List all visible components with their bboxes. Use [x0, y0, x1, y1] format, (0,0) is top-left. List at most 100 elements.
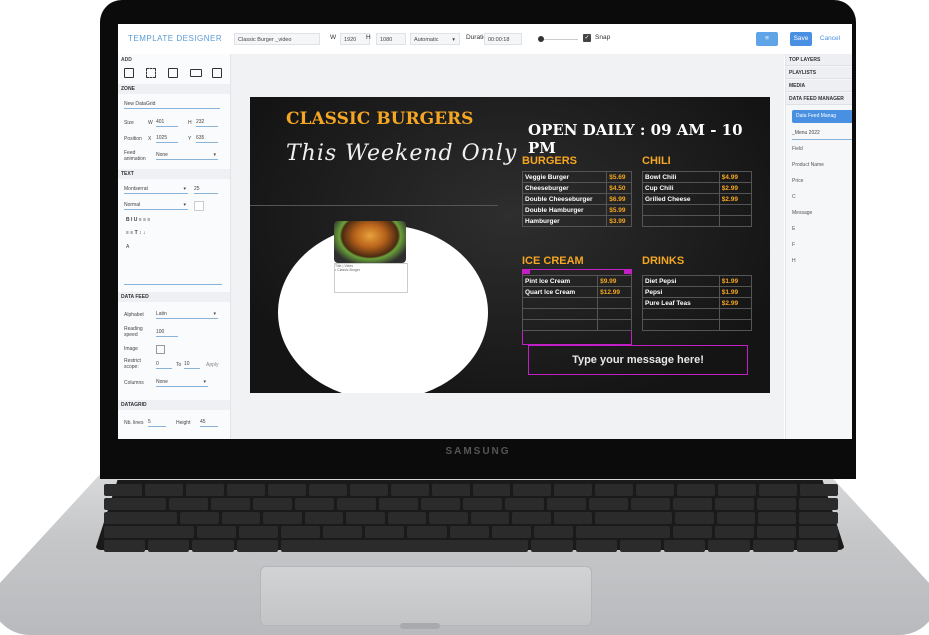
- burger-video-thumbnail[interactable]: [334, 221, 406, 263]
- size-w-label: W: [148, 120, 153, 126]
- divider-line: [250, 205, 498, 206]
- playlists-tab[interactable]: PLAYLISTS: [786, 67, 852, 79]
- ice-cream-heading[interactable]: ICE CREAM: [522, 255, 584, 267]
- item-price: $1.99: [718, 275, 753, 287]
- field-item[interactable]: C: [792, 194, 796, 200]
- text-content-area[interactable]: A: [124, 242, 222, 285]
- list-view-button[interactable]: ≡: [756, 32, 778, 46]
- item-name: Hamburger: [521, 215, 608, 227]
- item-name: [521, 319, 599, 331]
- add-text-icon[interactable]: [124, 68, 134, 78]
- field-item[interactable]: Price: [792, 178, 803, 184]
- item-price: [597, 319, 632, 331]
- save-button[interactable]: Save: [790, 32, 812, 46]
- item-price: $5.69: [606, 171, 632, 183]
- field-item[interactable]: Message: [792, 210, 812, 216]
- video-card-caption: Title | Video • Classic Burger: [334, 263, 408, 293]
- item-name: Quart Ice Cream: [521, 286, 599, 298]
- board-title[interactable]: CLASSIC BURGERS: [286, 109, 473, 129]
- selection-handle[interactable]: [522, 269, 530, 274]
- add-ticker-icon[interactable]: [190, 69, 202, 77]
- image-label: Image: [124, 346, 138, 352]
- size-w-input[interactable]: 401: [156, 118, 178, 127]
- reading-speed-input[interactable]: 100: [156, 328, 178, 337]
- font-size-input[interactable]: 25: [194, 185, 218, 194]
- zoom-slider[interactable]: [538, 39, 578, 40]
- table-row: Double Cheeseburger $6.99: [521, 193, 632, 205]
- item-name: Grilled Cheese: [642, 193, 720, 205]
- height-label: H: [366, 34, 371, 41]
- item-name: Double Cheeseburger: [521, 193, 608, 205]
- pos-x-input[interactable]: 1025: [156, 134, 178, 143]
- data-feed-section-header: DATA FEED: [118, 292, 230, 302]
- chevron-down-icon: ▾: [183, 186, 186, 192]
- position-label: Position: [124, 136, 142, 142]
- field-item[interactable]: F: [792, 242, 795, 248]
- selection-handle[interactable]: [624, 269, 632, 274]
- data-feed-manager-tab[interactable]: DATA FEED MANAGER: [786, 93, 852, 105]
- restrict-scope-label: Restrict scope:: [124, 358, 141, 370]
- opening-hours[interactable]: OPEN DAILY : 09 AM - 10 PM: [528, 121, 770, 157]
- add-calendar-icon[interactable]: [168, 68, 178, 78]
- zone-name-input[interactable]: New DataGrid: [124, 100, 220, 109]
- table-row: Diet Pepsi $1.99: [642, 275, 753, 287]
- burgers-heading[interactable]: BURGERS: [522, 155, 577, 167]
- field-item[interactable]: Product Name: [792, 162, 824, 168]
- format-toolbar-row1[interactable]: B I U ≡ ≡ ≡: [126, 217, 150, 223]
- datagrid-height-input[interactable]: 45: [200, 418, 218, 427]
- table-row: Veggie Burger $5.69: [521, 171, 632, 183]
- restrict-from-input[interactable]: 0: [156, 360, 172, 369]
- chili-table[interactable]: Bowl Chili $4.99 Cup Chili $2.99 Grilled C…: [642, 171, 753, 227]
- trackpad[interactable]: [260, 566, 592, 626]
- item-name: Bowl Chili: [642, 171, 720, 183]
- snap-checkbox-icon[interactable]: ✓: [583, 34, 591, 42]
- table-row: [642, 204, 753, 216]
- format-toolbar-row2[interactable]: ≡ ≡ T ↕ ↓: [126, 230, 145, 236]
- nb-lines-input[interactable]: 5: [148, 418, 166, 427]
- burgers-table[interactable]: Veggie Burger $5.69 Cheeseburger $4.50 Dou…: [521, 171, 632, 227]
- apply-button[interactable]: Apply: [206, 362, 219, 368]
- menu-board-canvas[interactable]: CLASSIC BURGERS This Weekend Only Title …: [250, 97, 770, 393]
- table-row: Cheeseburger $4.50: [521, 182, 632, 194]
- text-section-header: TEXT: [118, 169, 230, 179]
- alphabet-label: Alphabet: [124, 312, 144, 318]
- color-picker-swatch[interactable]: [194, 201, 204, 211]
- add-zone-icon[interactable]: [146, 68, 156, 78]
- image-checkbox[interactable]: [156, 345, 165, 354]
- field-item[interactable]: H: [792, 258, 796, 264]
- feed-animation-label: Feed animation: [124, 150, 146, 162]
- field-item[interactable]: Field: [792, 146, 803, 152]
- alphabet-select[interactable]: Latin ▾: [156, 310, 218, 319]
- font-weight-value: Normal: [124, 202, 141, 208]
- font-family-select[interactable]: Montserrat ▾: [124, 185, 188, 194]
- field-item[interactable]: E: [792, 226, 795, 232]
- table-row: [521, 297, 632, 309]
- size-h-input[interactable]: 232: [196, 118, 218, 127]
- pos-y-input[interactable]: 635: [196, 134, 218, 143]
- mode-select[interactable]: Automatic ▾: [410, 33, 460, 45]
- table-row: Grilled Cheese $2.99: [642, 193, 753, 205]
- top-layers-tab[interactable]: TOP LAYERS: [786, 54, 852, 66]
- pos-y-label: Y: [188, 136, 192, 142]
- board-subtitle[interactable]: This Weekend Only: [286, 141, 517, 166]
- data-feed-manager-button[interactable]: Data Feed Manag: [792, 110, 852, 123]
- media-tab[interactable]: MEDIA: [786, 80, 852, 92]
- add-grid-icon[interactable]: [212, 68, 222, 78]
- cancel-button[interactable]: Cancel: [816, 32, 844, 46]
- zoom-slider-handle[interactable]: [538, 36, 544, 42]
- columns-value: None: [156, 379, 168, 385]
- message-text-box[interactable]: Type your message here!: [528, 345, 748, 375]
- restrict-to-input[interactable]: 10: [184, 360, 200, 369]
- drinks-heading[interactable]: DRINKS: [642, 255, 684, 267]
- template-name-input[interactable]: Classic Burger _video: [234, 33, 320, 45]
- height-input[interactable]: 1080: [376, 33, 406, 45]
- drinks-table[interactable]: Diet Pepsi $1.99 Pepsi $1.99 Pure Leaf Tea…: [642, 275, 753, 331]
- feed-name-select[interactable]: _Menu 2022: [792, 130, 852, 140]
- font-weight-select[interactable]: Normal ▾: [124, 201, 188, 210]
- chili-heading[interactable]: CHILI: [642, 155, 671, 167]
- ice-cream-table[interactable]: Pint Ice Cream $9.99 Quart Ice Cream $12.9…: [521, 275, 632, 331]
- columns-select[interactable]: None ▾: [156, 378, 208, 387]
- duration-input[interactable]: 00:00:18: [484, 33, 522, 45]
- feed-animation-select[interactable]: None ▾: [156, 151, 218, 160]
- size-label: Size: [124, 120, 134, 126]
